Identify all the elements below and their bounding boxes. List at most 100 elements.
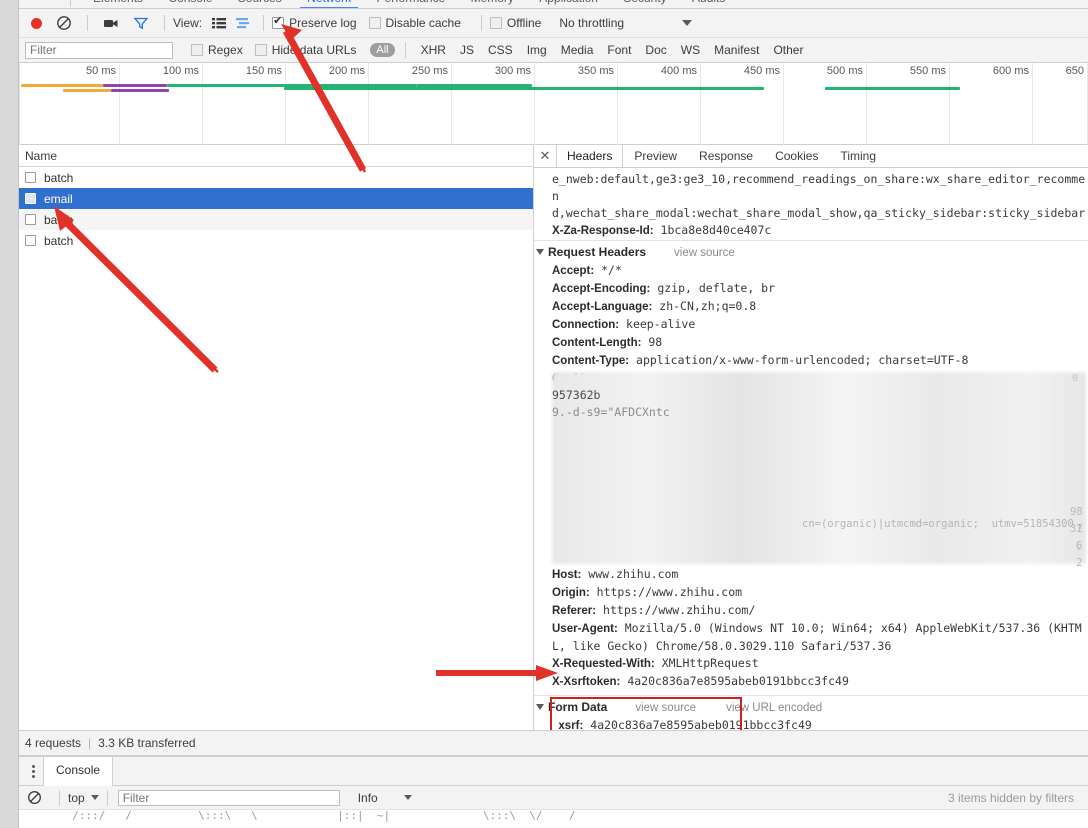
request-header-origin: Origin: https://www.zhihu.com: [534, 584, 1088, 602]
timeline-tick: 500 ms: [826, 65, 863, 77]
tab-headers[interactable]: Headers: [556, 145, 624, 167]
throttling-select-value[interactable]: No throttling: [559, 16, 624, 30]
chevron-down-icon[interactable]: [536, 249, 544, 255]
kebab-menu-icon[interactable]: [23, 763, 43, 780]
toolbar-separator-4: [480, 15, 482, 31]
waterfall-view-icon[interactable]: [235, 15, 251, 31]
view-url-encoded-link[interactable]: view URL encoded: [726, 702, 822, 714]
clear-console-icon[interactable]: [27, 790, 43, 806]
devtools-tab-network[interactable]: Network: [296, 0, 362, 8]
type-filter-doc[interactable]: Doc: [645, 43, 666, 57]
type-filter-js[interactable]: JS: [460, 43, 474, 57]
type-filter-ws[interactable]: WS: [681, 43, 700, 57]
request-header-host: Host: www.zhihu.com: [534, 566, 1088, 584]
preserve-log-checkbox[interactable]: [272, 15, 285, 29]
devtools-tab-application[interactable]: Application: [528, 0, 609, 8]
drawer-tab-console[interactable]: Console: [43, 756, 114, 786]
field-value: 4a20c836a7e8595abeb0191bbcc3fc49: [590, 718, 812, 730]
inspect-element-icon[interactable]: [19, 0, 37, 1]
table-row[interactable]: batch: [19, 167, 533, 188]
disable-cache-option[interactable]: Disable cache: [368, 16, 461, 30]
cookie-value-redacted-region: 957362b 9.-d-s9="AFDCXntc cn=(organic)|u…: [534, 372, 1088, 569]
search-input[interactable]: [25, 41, 173, 59]
file-type-icon: [25, 235, 36, 246]
devtools-tab-elements[interactable]: Elements: [82, 0, 154, 8]
chevron-down-icon[interactable]: [536, 704, 544, 710]
list-view-icon[interactable]: [211, 15, 227, 31]
console-separator-2: [106, 789, 108, 806]
type-filter-all[interactable]: All: [370, 43, 395, 57]
clear-icon[interactable]: [56, 15, 72, 31]
offline-option[interactable]: Offline: [489, 16, 541, 30]
hide-data-urls-label: Hide data URLs: [271, 43, 357, 57]
preserve-log-option[interactable]: Preserve log: [272, 15, 357, 30]
table-row[interactable]: email: [19, 188, 533, 209]
type-filter-xhr[interactable]: XHR: [421, 43, 446, 57]
network-toolbar: View: Preserve log Disable cache Offline…: [19, 9, 1088, 38]
type-filter-img[interactable]: Img: [527, 43, 547, 57]
header-value: https://www.zhihu.com/: [603, 603, 756, 617]
devtools-tab-sources[interactable]: Sources: [227, 0, 293, 8]
chevron-down-icon[interactable]: [90, 795, 99, 800]
file-type-icon: [25, 172, 36, 183]
type-filter-media[interactable]: Media: [561, 43, 594, 57]
close-icon[interactable]: ✕: [534, 148, 556, 164]
hide-data-urls-checkbox[interactable]: [254, 44, 267, 56]
timeline-tick: 200 ms: [328, 65, 365, 77]
timeline-tick: 300 ms: [494, 65, 531, 77]
funnel-filter-icon[interactable]: [133, 15, 149, 31]
type-filter-manifest[interactable]: Manifest: [714, 43, 759, 57]
header-name: Host:: [552, 569, 582, 581]
console-context-select[interactable]: top: [68, 791, 99, 805]
network-filter-bar: Regex Hide data URLs All XHR JS CSS Img …: [19, 38, 1088, 63]
table-row[interactable]: batch: [19, 230, 533, 251]
type-filter-other[interactable]: Other: [773, 43, 803, 57]
chevron-down-icon[interactable]: [403, 795, 412, 800]
devtools-tab-memory[interactable]: Memory: [460, 0, 525, 8]
record-icon[interactable]: [31, 17, 42, 29]
regex-checkbox[interactable]: [191, 44, 203, 56]
request-header-accept: Accept: */*: [534, 262, 1088, 280]
devtools-tab-console[interactable]: Console: [157, 0, 223, 8]
type-filter-css[interactable]: CSS: [488, 43, 513, 57]
devtools-tabstrip[interactable]: Elements Console Sources Network Perform…: [19, 0, 1088, 9]
filmstrip-camera-icon[interactable]: [103, 15, 119, 31]
network-overview-timeline[interactable]: 50 ms 100 ms 150 ms 200 ms 250 ms 300 ms…: [19, 63, 1088, 145]
header-name: Accept-Encoding:: [552, 283, 651, 295]
offline-checkbox[interactable]: [489, 17, 502, 29]
form-data-section-title[interactable]: Form Data view source view URL encoded: [534, 695, 1088, 717]
header-value: www.zhihu.com: [588, 567, 679, 581]
devtools-tab-performance[interactable]: Performance: [366, 0, 457, 8]
disable-cache-label: Disable cache: [385, 16, 461, 30]
devtools-tab-audits[interactable]: Audits: [681, 0, 736, 8]
request-name: batch: [44, 170, 74, 185]
chevron-down-icon[interactable]: [682, 20, 693, 26]
tab-timing[interactable]: Timing: [829, 145, 887, 167]
tab-cookies[interactable]: Cookies: [764, 145, 829, 167]
waterfall-bar: [111, 89, 169, 92]
view-source-link[interactable]: view source: [635, 702, 696, 714]
request-headers-section-title[interactable]: Request Headers view source: [534, 240, 1088, 262]
header-value: Mozilla/5.0 (Windows NT 10.0; Win64; x64…: [552, 621, 1082, 653]
tab-preview[interactable]: Preview: [623, 145, 688, 167]
cookie-fragment: 957362b: [552, 388, 601, 402]
view-source-link[interactable]: view source: [674, 247, 735, 259]
tab-response[interactable]: Response: [688, 145, 764, 167]
device-toolbar-icon[interactable]: [40, 0, 58, 1]
console-output[interactable]: /:::/ / \:::\ \ |::| ~| \:::\ \/ /: [19, 810, 1088, 828]
header-name: X-Requested-With:: [552, 658, 655, 670]
console-level-select[interactable]: Info: [358, 791, 412, 805]
cookie-fragment: cn=(organic)|utmcmd=organic; utmv=518543…: [802, 518, 1074, 530]
console-filter-input[interactable]: [117, 789, 340, 806]
items-hidden-note: 3 items hidden by filters: [947, 790, 1074, 805]
request-header-x-xsrftoken: X-Xsrftoken: 4a20c836a7e8595abeb0191bbcc…: [534, 673, 1088, 691]
disable-cache-checkbox[interactable]: [368, 17, 381, 29]
type-filter-font[interactable]: Font: [607, 43, 631, 57]
requests-column-header[interactable]: Name: [19, 145, 533, 167]
table-row[interactable]: batch: [19, 209, 533, 230]
hide-data-urls-option[interactable]: Hide data URLs: [254, 43, 357, 57]
timeline-tick: 550 ms: [909, 65, 946, 77]
devtools-tab-security[interactable]: Security: [612, 0, 677, 8]
regex-option[interactable]: Regex: [191, 43, 243, 57]
header-name: Origin:: [552, 587, 590, 599]
